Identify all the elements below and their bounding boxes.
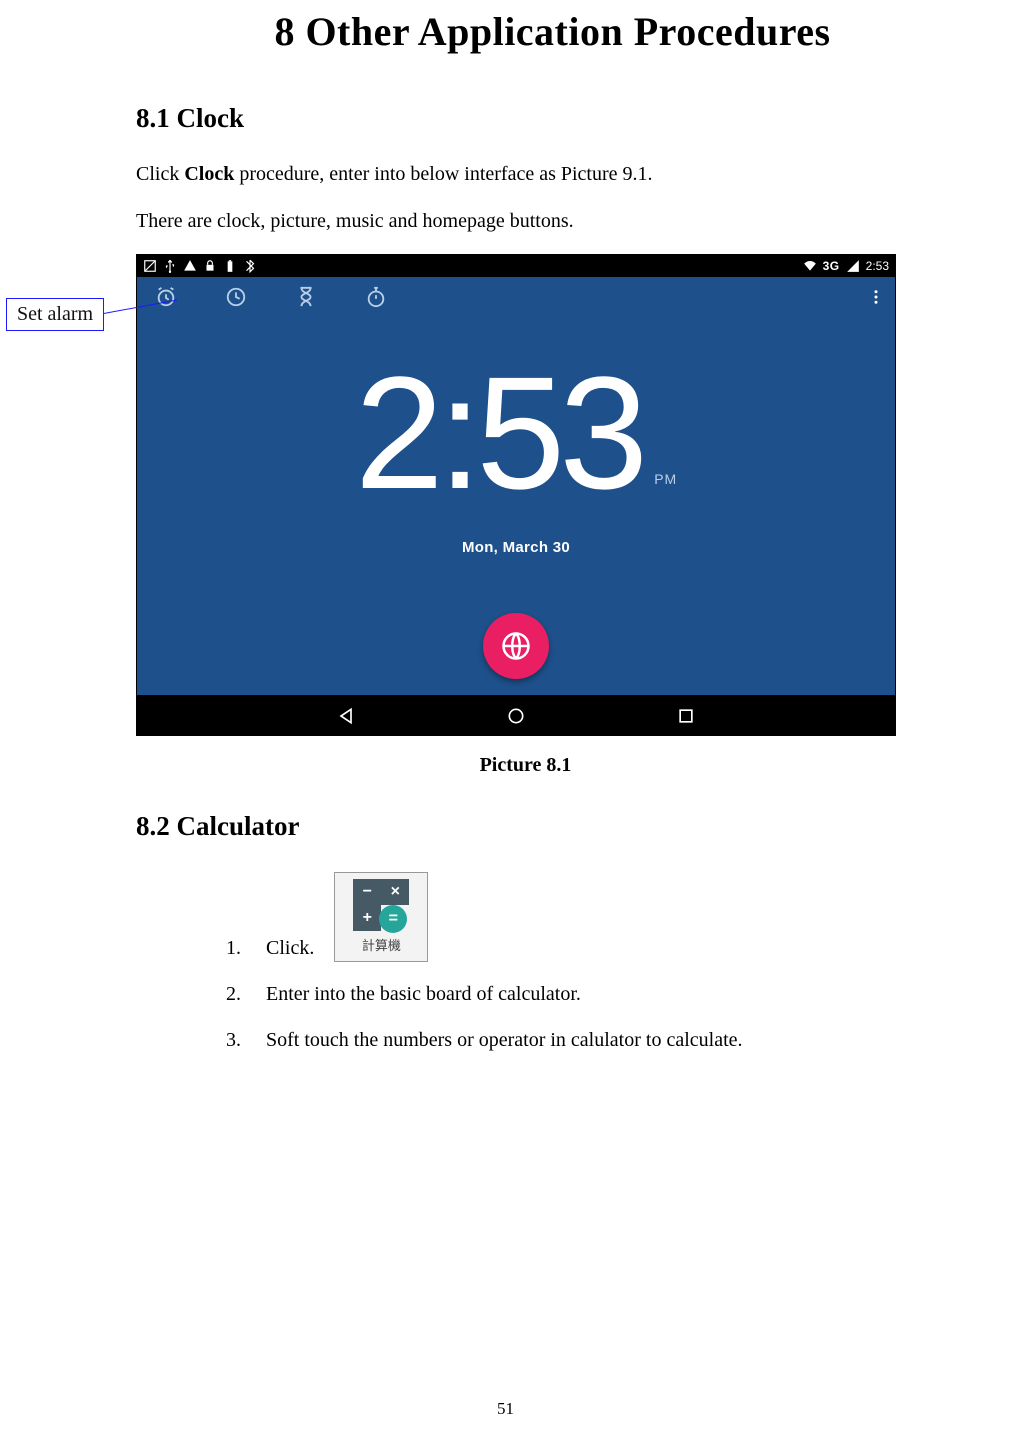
step-3-text: Soft touch the numbers or operator in ca… <box>266 1026 743 1054</box>
clock-app-screenshot: 3G 2:53 2:53 PM Mon, March 30 <box>136 254 896 736</box>
stopwatch-tab-icon[interactable] <box>365 286 387 308</box>
section-8-1-p2: There are clock, picture, music and home… <box>136 207 915 236</box>
step-2-text: Enter into the basic board of calculator… <box>266 980 581 1008</box>
clock-app-tabbar <box>137 277 895 317</box>
figure-8-1-caption: Picture 8.1 <box>136 754 915 777</box>
overflow-menu-icon[interactable] <box>867 285 885 309</box>
calc-tile-equals: = <box>379 905 407 933</box>
clock-tab-icon[interactable] <box>225 286 247 308</box>
calc-tile-times: × <box>381 879 409 905</box>
page-number: 51 <box>0 1399 1011 1419</box>
android-statusbar: 3G 2:53 <box>137 255 895 277</box>
calculator-steps: Click. − × + = 計算機 Enter into the basic … <box>226 872 915 1054</box>
step-1: Click. − × + = 計算機 <box>226 872 915 962</box>
warning-icon <box>183 259 197 273</box>
statusbar-time: 2:53 <box>866 259 889 273</box>
calculator-app-icon: − × + = 計算機 <box>334 872 428 962</box>
clock-time-row: 2:53 PM <box>137 317 895 513</box>
android-navbar <box>137 695 895 736</box>
step-3: Soft touch the numbers or operator in ca… <box>226 1026 915 1054</box>
timer-tab-icon[interactable] <box>295 286 317 308</box>
wifi-icon <box>803 259 817 273</box>
calc-tile-minus: − <box>353 879 381 905</box>
calculator-icon-label: 計算機 <box>362 937 401 955</box>
clock-time-digits: 2:53 <box>355 353 642 513</box>
bold-clock-word: Clock <box>184 163 234 185</box>
chapter-title: 8 Other Application Procedures <box>190 8 915 55</box>
bluetooth-icon <box>243 259 257 273</box>
lock-icon <box>203 259 217 273</box>
screenshot-notif-icon <box>143 259 157 273</box>
section-8-2-heading: 8.2 Calculator <box>136 811 915 842</box>
clock-ampm: PM <box>654 471 677 487</box>
home-icon[interactable] <box>506 706 526 726</box>
text-fragment: procedure, enter into below interface as… <box>234 163 652 185</box>
back-icon[interactable] <box>336 706 356 726</box>
clock-date: Mon, March 30 <box>137 539 895 556</box>
usb-icon <box>163 259 177 273</box>
globe-icon <box>501 631 531 661</box>
signal-icon <box>846 259 860 273</box>
callout-set-alarm: Set alarm <box>6 298 104 331</box>
step-1-text: Click. <box>266 934 314 962</box>
statusbar-right: 3G 2:53 <box>803 259 889 273</box>
text-fragment: Click <box>136 163 184 185</box>
figure-8-1: Set alarm 3G 2:53 <box>136 254 915 736</box>
calc-tile-plus: + <box>353 905 381 931</box>
step-2: Enter into the basic board of calculator… <box>226 980 915 1008</box>
statusbar-left <box>143 259 257 273</box>
section-8-1-heading: 8.1 Clock <box>136 103 915 134</box>
recents-icon[interactable] <box>676 706 696 726</box>
alarm-tab-icon[interactable] <box>155 286 177 308</box>
clock-body: 2:53 PM Mon, March 30 <box>137 317 895 695</box>
battery-notif-icon <box>223 259 237 273</box>
world-clock-fab[interactable] <box>483 613 549 679</box>
section-8-1-p1: Click Clock procedure, enter into below … <box>136 160 915 189</box>
network-3g-label: 3G <box>823 259 840 273</box>
